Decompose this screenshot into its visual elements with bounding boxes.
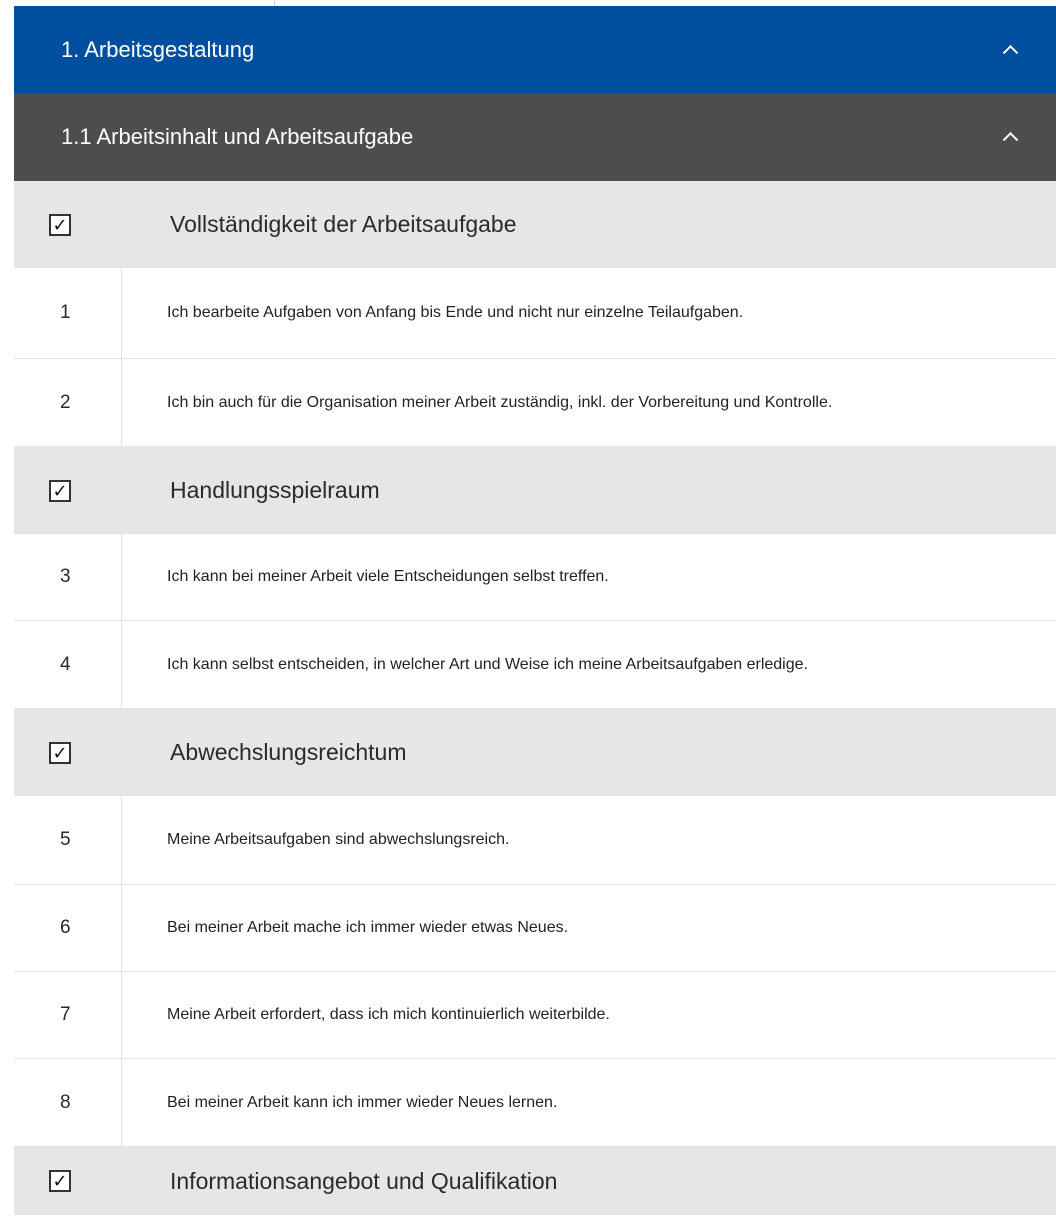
category-row: ✓ Vollständigkeit der Arbeitsaufgabe <box>14 181 1056 268</box>
question-text: Ich kann selbst entscheiden, in welcher … <box>167 655 808 673</box>
question-number: 7 <box>60 1004 71 1025</box>
question-number: 2 <box>60 391 71 413</box>
chevron-up-icon[interactable] <box>1002 44 1019 61</box>
question-item: 5 Meine Arbeitsaufgaben sind abwechslungs… <box>14 796 1056 885</box>
category-row: ✓ Informationsangebot und Qualifikation <box>14 1147 1056 1215</box>
category-row: ✓ Abwechslungsreichtum <box>14 709 1056 796</box>
category-title: Abwechslungsreichtum <box>170 739 407 765</box>
subsection-header[interactable]: 1.1 Arbeitsinhalt und Arbeitsaufgabe <box>14 93 1056 181</box>
question-number: 5 <box>60 829 71 850</box>
question-text: Meine Arbeitsaufgaben sind abwechslungsr… <box>167 831 510 848</box>
category-list: ✓ Vollständigkeit der Arbeitsaufgabe 1 Ich … <box>14 181 1056 1215</box>
question-text: Ich bearbeite Aufgaben von Anfang bis En… <box>167 304 744 321</box>
category-checkbox[interactable]: ✓ <box>49 741 71 764</box>
item-list: 1 Ich bearbeite Aufgaben von Anfang bis E… <box>14 268 1056 447</box>
question-text: Bei meiner Arbeit kann ich immer wieder … <box>167 1093 558 1111</box>
category-title: Vollständigkeit der Arbeitsaufgabe <box>170 211 517 237</box>
question-item: 8 Bei meiner Arbeit kann ich immer wieder… <box>14 1059 1056 1147</box>
item-list: 5 Meine Arbeitsaufgaben sind abwechslungs… <box>14 796 1056 1147</box>
question-item: 3 Ich kann bei meiner Arbeit viele Entsch… <box>14 534 1056 621</box>
question-text: Ich bin auch für die Organisation meiner… <box>167 393 833 411</box>
question-item: 6 Bei meiner Arbeit mache ich immer wiede… <box>14 885 1056 972</box>
question-item: 7 Meine Arbeit erfordert, dass ich mich k… <box>14 972 1056 1059</box>
category-row: ✓ Handlungsspielraum <box>14 447 1056 534</box>
section-title: 1. Arbeitsgestaltung <box>61 36 255 62</box>
chevron-up-icon[interactable] <box>1002 131 1019 148</box>
category-title: Handlungsspielraum <box>170 477 380 503</box>
item-list: 3 Ich kann bei meiner Arbeit viele Entsch… <box>14 534 1056 709</box>
section-header[interactable]: 1. Arbeitsgestaltung <box>14 6 1056 93</box>
question-number: 3 <box>60 566 71 587</box>
question-text: Ich kann bei meiner Arbeit viele Entsche… <box>167 568 609 585</box>
question-item: 2 Ich bin auch für die Organisation meine… <box>14 359 1056 447</box>
subsection-title: 1.1 Arbeitsinhalt und Arbeitsaufgabe <box>61 124 414 149</box>
question-text: Meine Arbeit erfordert, dass ich mich ko… <box>167 1006 610 1023</box>
question-item: 4 Ich kann selbst entscheiden, in welcher… <box>14 621 1056 709</box>
question-number: 8 <box>60 1091 71 1113</box>
question-text: Bei meiner Arbeit mache ich immer wieder… <box>167 919 569 936</box>
question-number: 4 <box>60 653 71 675</box>
question-item: 1 Ich bearbeite Aufgaben von Anfang bis E… <box>14 268 1056 359</box>
questionnaire-accordion: 1. Arbeitsgestaltung 1.1 Arbeitsinhalt u… <box>14 6 1056 1215</box>
category-checkbox[interactable]: ✓ <box>49 479 71 502</box>
category-title: Informationsangebot und Qualifikation <box>170 1167 558 1194</box>
category-checkbox[interactable]: ✓ <box>49 213 71 236</box>
category-checkbox[interactable]: ✓ <box>49 1170 71 1192</box>
question-number: 1 <box>60 302 71 323</box>
question-number: 6 <box>60 917 71 938</box>
